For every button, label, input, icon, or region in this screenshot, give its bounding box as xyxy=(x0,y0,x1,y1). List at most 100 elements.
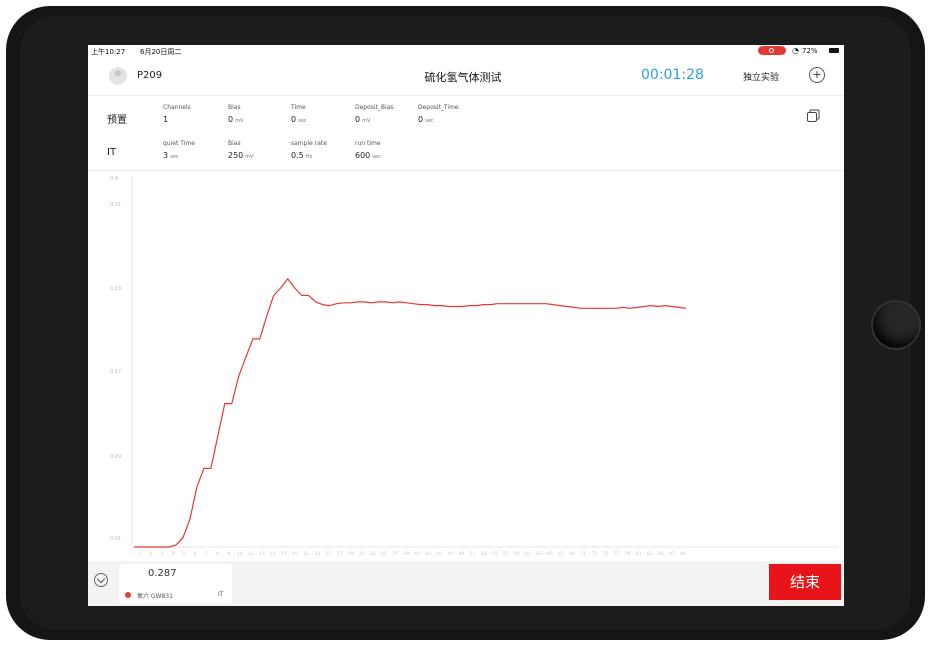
param-value: 600 sec xyxy=(355,151,381,160)
x-tick-label: 21 xyxy=(303,551,309,557)
x-tick-label: 4 xyxy=(172,551,175,557)
param-channels: Channels 1 xyxy=(163,104,191,124)
param-run-time: run time 600 sec xyxy=(355,140,381,160)
elapsed-timer: 00:01:28 xyxy=(641,67,704,83)
y-tick-label: 0.09 xyxy=(110,454,121,460)
y-tick-label: 0.4 xyxy=(110,176,118,182)
app-screen: 上午10:27 6月20日周二 ◔ 72% P209 硫化氢气体测试 00:01… xyxy=(88,45,844,606)
x-tick-label: 85 xyxy=(658,551,664,557)
y-tick-label: 0.31 xyxy=(110,202,121,208)
param-value: 250 mV xyxy=(228,151,254,160)
series-color-dot xyxy=(125,592,131,598)
x-tick-label: 47 xyxy=(447,551,453,557)
param-deposit-bias: Deposit_Bias 0 mV xyxy=(355,104,394,124)
device-name: P209 xyxy=(137,70,163,81)
x-tick-label: 65 xyxy=(547,551,553,557)
end-button[interactable]: 结束 xyxy=(769,564,841,600)
page-title: 硫化氢气体测试 xyxy=(424,71,502,84)
param-value: 3 sec xyxy=(163,151,179,160)
param-key: Bias xyxy=(228,140,241,147)
param-key: Deposit_Time xyxy=(418,104,459,111)
x-tick-label: 33 xyxy=(370,551,376,557)
param-value: 0 sec xyxy=(418,115,434,124)
x-tick-label: 27 xyxy=(337,551,343,557)
x-tick-label: 17 xyxy=(281,551,287,557)
param-row-it: IT quiet Time 3 sec Bias 250 mV sample rat… xyxy=(88,132,844,168)
channel-mode: IT xyxy=(218,591,224,598)
x-tick-label: 39 xyxy=(403,551,409,557)
wifi-icon: ◔ xyxy=(792,46,799,55)
x-tick-label: 77 xyxy=(614,551,620,557)
x-tick-label: 31 xyxy=(359,551,365,557)
x-tick-label: 1 xyxy=(139,551,142,557)
series-line xyxy=(134,278,687,548)
param-key: run time xyxy=(355,140,381,147)
x-tick-label: 61 xyxy=(525,551,531,557)
battery-percent: 72% xyxy=(802,47,818,55)
chevron-down-icon[interactable] xyxy=(94,573,108,587)
param-value: 1 xyxy=(163,115,169,124)
param-quiet-time: quiet Time 3 sec xyxy=(163,140,195,160)
x-tick-label: 15 xyxy=(270,551,276,557)
x-tick-label: 57 xyxy=(503,551,509,557)
x-tick-label: 49 xyxy=(459,551,465,557)
x-tick-label: 53 xyxy=(481,551,487,557)
parameters-panel: 预置 Channels 1 Bias 0 mV Time 0 sec Deposit… xyxy=(88,96,844,171)
home-button[interactable] xyxy=(871,300,921,350)
x-tick-label: 8 xyxy=(216,551,219,557)
screen-record-icon xyxy=(758,46,786,55)
param-key: Time xyxy=(291,104,306,111)
param-value: 0 sec xyxy=(291,115,307,124)
param-key: quiet Time xyxy=(163,140,195,147)
param-value: 0 mV xyxy=(228,115,244,124)
x-tick-label: 41 xyxy=(414,551,420,557)
bottom-bar: 0.287 氧六 GW831 IT 结束 xyxy=(88,561,844,606)
x-tick-label: 51 xyxy=(470,551,476,557)
x-tick-label: 23 xyxy=(314,551,320,557)
param-value: 0 mV xyxy=(355,115,371,124)
x-tick-label: 83 xyxy=(647,551,653,557)
param-row-label: 预置 xyxy=(107,115,127,126)
chart-canvas: 0.40.310.230.170.090.011 2 3 4 5 6 7 8 9 10 11 13 15… xyxy=(110,176,838,557)
channel-current-value: 0.287 xyxy=(148,568,177,579)
x-tick-label: 5 xyxy=(183,551,186,557)
channel-card[interactable]: 0.287 氧六 GW831 IT xyxy=(119,564,232,604)
x-tick-label: 29 xyxy=(348,551,354,557)
avatar[interactable] xyxy=(109,67,127,85)
x-tick-label: 13 xyxy=(259,551,265,557)
x-tick-label: 59 xyxy=(514,551,520,557)
param-it-bias: Bias 250 mV xyxy=(228,140,254,160)
x-tick-label: 71 xyxy=(580,551,586,557)
x-tick-label: 45 xyxy=(436,551,442,557)
param-key: Channels xyxy=(163,104,191,111)
copy-icon[interactable] xyxy=(806,109,820,123)
standalone-experiment-button[interactable]: 独立实验 xyxy=(743,70,779,83)
param-key: Bias xyxy=(228,104,241,111)
param-key: sample rate xyxy=(291,140,327,147)
x-tick-label: 87 xyxy=(669,551,675,557)
add-icon[interactable]: + xyxy=(809,67,825,83)
x-tick-label: 67 xyxy=(558,551,564,557)
y-tick-label: 0.01 xyxy=(110,536,121,542)
x-tick-label: 37 xyxy=(392,551,398,557)
x-tick-label: 25 xyxy=(326,551,332,557)
x-tick-label: 63 xyxy=(536,551,542,557)
y-tick-label: 0.17 xyxy=(110,369,121,375)
param-value: 0.5 Hz xyxy=(291,151,313,160)
x-tick-label: 43 xyxy=(425,551,431,557)
y-tick-label: 0.23 xyxy=(110,286,121,292)
x-tick-label: 55 xyxy=(492,551,498,557)
x-tick-label: 9 xyxy=(227,551,230,557)
param-deposit-time: Deposit_Time 0 sec xyxy=(418,104,459,124)
status-date: 6月20日周二 xyxy=(140,48,182,56)
status-time: 上午10:27 xyxy=(91,48,126,56)
x-tick-label: 19 xyxy=(292,551,298,557)
app-header: P209 硫化氢气体测试 00:01:28 独立实验 + xyxy=(88,57,844,96)
channel-name: 氧六 GW831 xyxy=(137,593,173,600)
x-tick-label: 3 xyxy=(161,551,164,557)
x-tick-label: 79 xyxy=(625,551,631,557)
x-tick-label: 2 xyxy=(150,551,153,557)
x-tick-label: 7 xyxy=(205,551,208,557)
param-bias: Bias 0 mV xyxy=(228,104,243,124)
param-row-label: IT xyxy=(107,147,117,158)
